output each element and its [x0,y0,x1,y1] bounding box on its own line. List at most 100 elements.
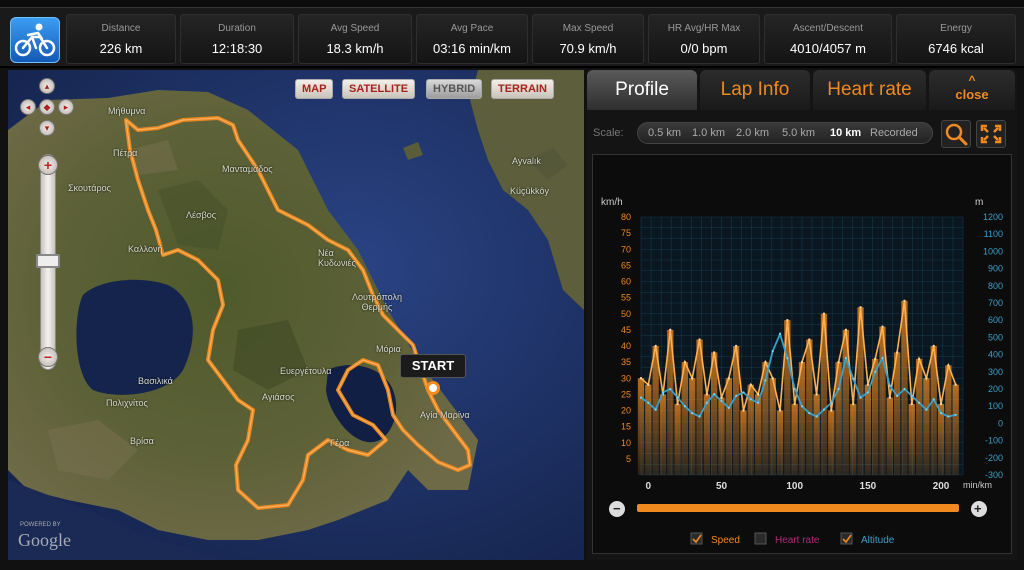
altitude-point [647,401,650,404]
fullscreen-icon[interactable] [976,120,1006,148]
speed-point [639,377,643,380]
speed-point [654,344,657,348]
y-left-tick-label: 65 [621,260,631,270]
y-right-tick-label: -100 [985,436,1003,446]
stat-value: 0/0 bpm [680,41,728,56]
speed-point [866,383,870,386]
chevron-up-icon: ^ [968,73,976,87]
speed-bar [850,404,857,475]
scale-option[interactable]: 0.5 km [648,127,681,139]
y-right-tick-label: 800 [988,281,1003,291]
close-button[interactable]: ^ close [929,70,1015,110]
speed-point [873,357,877,361]
route-map[interactable]: Μήθυμνα Πέτρα Μανταμάδος Σκουτάρος Λέσβο… [8,70,584,560]
speed-point [830,409,833,412]
range-slider-bar[interactable] [637,504,959,512]
place-label: Küçükköy [510,186,550,196]
place-label: Λουτρόπολη Θερμής [352,292,402,312]
zoom-in-icon[interactable]: + [38,155,58,175]
map-type-terrain-button[interactable]: TERRAIN [491,79,554,99]
x-tick-label: 150 [860,481,877,492]
zoom-slider-handle[interactable] [36,254,60,268]
speed-point [954,383,957,386]
y-right-tick-label: 300 [988,367,1003,377]
start-marker-icon[interactable] [426,381,440,395]
stat-value: 12:18:30 [211,41,263,56]
speed-point [742,409,745,412]
speed-point [800,360,804,364]
y-left-tick-label: 35 [621,357,631,367]
speed-point [881,325,884,328]
stat-label: Duration [218,23,256,34]
scale-option[interactable]: Recorded [870,127,918,139]
y-left-tick-label: 50 [621,309,631,319]
speed-point [917,357,921,361]
altitude-point [771,350,774,353]
scale-option[interactable]: 1.0 km [692,127,725,139]
scale-option-selected[interactable]: 10 km [830,127,861,139]
x-tick-label: 50 [716,481,728,492]
legend-label: Heart rate [775,535,820,546]
stat-value: 4010/4057 m [790,41,866,56]
map-type-map-button[interactable]: MAP [295,79,334,99]
google-logo[interactable]: Google [18,530,71,551]
place-label: Σκουτάρος [68,183,111,193]
map-type-satellite-button[interactable]: SATELLITE [342,79,416,99]
y-left-axis-title: km/h [601,197,623,208]
altitude-point [639,396,643,399]
zoom-out-icon[interactable]: − [38,347,58,367]
stat-label: Distance [101,23,141,34]
legend-checkbox[interactable] [754,532,767,545]
altitude-point [764,379,767,382]
zoom-icon[interactable] [941,120,971,148]
speed-bar [864,384,872,475]
profile-chart[interactable]: 5 10 15 20 25 30 35 40 45 50 55 60 65 70 75 80 -300 -200 -… [593,155,1013,555]
stat-label: Avg Pace [450,23,494,34]
scale-option[interactable]: 5.0 km [782,127,815,139]
place-label: Αγία Μαρίνα [420,410,470,420]
place-label: Βασιλικά [138,376,173,386]
cycling-icon[interactable] [10,17,60,63]
altitude-point [808,411,811,415]
close-label: close [955,87,989,102]
stat-distance: Distance 226 km [66,14,176,64]
place-label: Μήθυμνα [108,106,146,116]
altitude-point [654,408,657,411]
speed-bar [952,384,959,475]
tab-heart-rate[interactable]: Heart rate [813,70,926,110]
speed-point [822,312,826,315]
tab-profile[interactable]: Profile [587,70,697,110]
stat-label: Energy [940,23,972,34]
speed-point [764,360,767,364]
profile-chart-container: 5 10 15 20 25 30 35 40 45 50 55 60 65 70 75 80 -300 -200 -… [592,154,1012,554]
pan-left-icon[interactable]: ◂ [20,99,36,115]
y-left-tick-label: 80 [621,212,631,222]
altitude-point [874,370,877,373]
powered-by-label: POWERED BY [20,522,61,528]
y-right-tick-label: 1200 [983,212,1003,222]
tab-lap-info[interactable]: Lap Info [700,70,810,110]
y-left-tick-label: 60 [621,277,631,287]
pan-up-icon[interactable]: ▴ [39,78,55,94]
speed-point [786,319,789,322]
speed-point [903,299,906,303]
speed-point [691,377,694,380]
altitude-point [917,401,921,404]
speed-point [837,360,840,364]
pan-right-icon[interactable]: ▸ [58,99,74,115]
map-type-hybrid-button[interactable]: HYBRID [426,79,483,99]
stat-value: 18.3 km/h [326,41,384,56]
altitude-point [925,408,928,411]
stat-value: 226 km [99,41,143,56]
pan-center-icon[interactable]: ◆ [39,99,55,115]
x-tick-label: 0 [646,481,652,492]
speed-bar [645,384,652,475]
altitude-point [735,394,738,397]
pan-down-icon[interactable]: ▾ [39,120,55,136]
altitude-point [661,391,665,394]
altitude-point [786,356,789,360]
speed-point [720,396,723,399]
scale-option[interactable]: 2.0 km [736,127,769,139]
y-left-tick-label: 10 [621,438,631,448]
start-marker-label: START [400,354,466,378]
